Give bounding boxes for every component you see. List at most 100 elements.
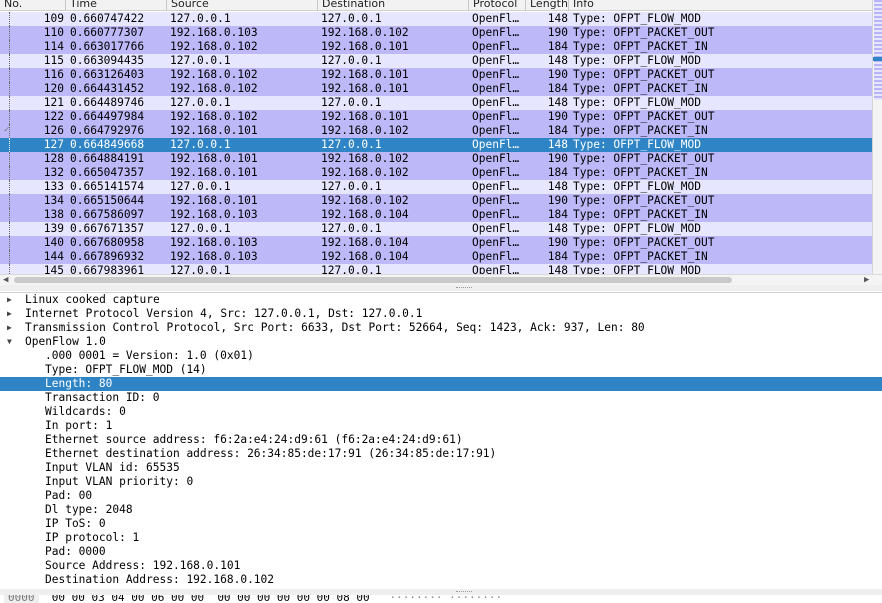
tree-field[interactable]: Input VLAN priority: 0 [0,475,882,489]
scroll-right-icon[interactable]: ▶ [864,275,869,285]
packet-row[interactable]: 109 0.660747422 127.0.0.1 127.0.0.1 OpenFl… 1… [0,12,872,26]
column-protocol[interactable]: Protocol [469,0,526,11]
packet-destination: 127.0.0.1 [321,264,382,274]
packet-protocol: OpenFl… [472,124,520,137]
tree-field[interactable]: Ethernet source address: f6:2a:e4:24:d9:… [0,433,882,447]
packet-row[interactable]: 132 0.665047357 192.168.0.101 192.168.0.102… [0,166,872,180]
packet-row[interactable]: 122 0.664497984 192.168.0.102 192.168.0.101… [0,110,872,124]
triangle-down-icon[interactable]: ▼ [7,335,17,349]
bytes-ascii[interactable]: ········ ········ [390,595,503,603]
packet-time: 0.664884191 [70,152,145,165]
column-info[interactable]: Info [569,0,872,11]
packet-info: Type: OFPT_FLOW_MOD [573,180,701,193]
packet-source: 192.168.0.101 [170,124,258,137]
tree-field[interactable]: Dl type: 2048 [0,503,882,517]
packet-row-selected[interactable]: 127 0.664849668 127.0.0.1 127.0.0.1 OpenFl… 1… [0,138,872,152]
triangle-right-icon[interactable]: ▶ [7,307,17,321]
packet-row[interactable]: 140 0.667680958 192.168.0.103 192.168.0.104… [0,236,872,250]
tree-field[interactable]: Destination Address: 192.168.0.102 [0,573,882,587]
packet-bytes-pane[interactable]: 0000 00 00 03 04 00 06 00 00 00 00 00 00… [0,595,882,603]
column-source[interactable]: Source [167,0,318,11]
tree-node[interactable]: ▼ OpenFlow 1.0 [0,335,882,349]
packet-number: 121 [43,96,64,109]
column-length[interactable]: Length [526,0,569,11]
packet-row[interactable]: 145 0.667983961 127.0.0.1 127.0.0.1 OpenFl… 1… [0,264,872,274]
tree-field-selected[interactable]: Length: 80 [0,377,882,391]
horizontal-scroll-thumb[interactable] [14,277,732,283]
packet-row[interactable]: 134 0.665150644 192.168.0.101 192.168.0.102… [0,194,872,208]
packet-row[interactable]: 120 0.664431452 192.168.0.102 192.168.0.101… [0,82,872,96]
packet-row[interactable]: 128 0.664884191 192.168.0.101 192.168.0.102… [0,152,872,166]
packet-time: 0.665047357 [70,166,145,179]
packet-length: 184 [547,82,568,95]
packet-length: 148 [547,96,568,109]
packet-info: Type: OFPT_PACKET_OUT [573,194,715,207]
packet-row[interactable]: 121 0.664489746 127.0.0.1 127.0.0.1 OpenFl… 1… [0,96,872,110]
packet-time: 0.664489746 [70,96,145,109]
packet-time: 0.664792976 [70,124,145,137]
packet-row[interactable]: 126 0.664792976 192.168.0.101 192.168.0.102… [0,124,872,138]
bytes-row[interactable]: 0000 00 00 03 04 00 06 00 00 00 00 00 00… [0,595,502,603]
column-destination[interactable]: Destination [318,0,469,11]
tree-field[interactable]: Input VLAN id: 65535 [0,461,882,475]
packet-length: 184 [547,124,568,137]
packet-row[interactable]: 110 0.660777307 192.168.0.103 192.168.0.102… [0,26,872,40]
tree-field[interactable]: Pad: 00 [0,489,882,503]
tree-field[interactable]: Wildcards: 0 [0,405,882,419]
tree-field[interactable]: IP protocol: 1 [0,531,882,545]
tree-node[interactable]: ▶ Transmission Control Protocol, Src Port… [0,321,882,335]
triangle-right-icon[interactable]: ▶ [7,321,17,335]
tree-field[interactable]: In port: 1 [0,419,882,433]
packet-row[interactable]: 138 0.667586097 192.168.0.103 192.168.0.104… [0,208,872,222]
packet-info: Type: OFPT_PACKET_IN [573,124,708,137]
packet-length: 190 [547,26,568,39]
packet-list-horizontal-scrollbar[interactable]: ◀ ▶ [0,274,882,285]
packet-number: 133 [43,180,64,193]
tree-label: Linux cooked capture [25,293,160,306]
tree-field[interactable]: IP ToS: 0 [0,517,882,531]
packet-details-tree[interactable]: ▶ Linux cooked capture ▶ Internet Protocol … [0,292,882,589]
packet-destination: 192.168.0.104 [321,250,409,263]
pane-splitter-top[interactable] [0,285,882,291]
scroll-left-icon[interactable]: ◀ [3,275,8,285]
column-time[interactable]: Time [66,0,167,11]
packet-number: 110 [43,26,64,39]
packet-destination: 127.0.0.1 [321,12,382,25]
packet-destination: 192.168.0.102 [321,194,409,207]
tree-field[interactable]: Source Address: 192.168.0.101 [0,559,882,573]
packet-time: 0.664497984 [70,110,145,123]
tree-field[interactable]: Transaction ID: 0 [0,391,882,405]
tree-field[interactable]: Ethernet destination address: 26:34:85:d… [0,447,882,461]
packet-number: 140 [43,236,64,249]
tree-field[interactable]: .000 0001 = Version: 1.0 (0x01) [0,349,882,363]
packet-row[interactable]: 115 0.663094435 127.0.0.1 127.0.0.1 OpenFl… 1… [0,54,872,68]
packet-number: 139 [43,222,64,235]
packet-rows: 109 0.660747422 127.0.0.1 127.0.0.1 OpenFl… 1… [0,12,872,274]
packet-row[interactable]: 114 0.663017766 192.168.0.102 192.168.0.101… [0,40,872,54]
packet-list[interactable]: No. Time Source Destination Protocol Len… [0,0,882,285]
packet-row[interactable]: 139 0.667671357 127.0.0.1 127.0.0.1 OpenFl… 1… [0,222,872,236]
bytes-hex[interactable]: 00 00 03 04 00 06 00 00 00 00 00 00 00 0… [52,595,370,603]
packet-info: Type: OFPT_PACKET_OUT [573,152,715,165]
packet-list-vertical-scrollbar[interactable] [872,0,882,274]
packet-number: 127 [43,138,64,151]
packet-number: 138 [43,208,64,221]
tree-node[interactable]: ▶ Internet Protocol Version 4, Src: 127.0… [0,307,882,321]
packet-length: 190 [547,152,568,165]
tree-label: Destination Address: 192.168.0.102 [45,573,275,586]
triangle-right-icon[interactable]: ▶ [7,293,17,307]
packet-row[interactable]: 144 0.667896932 192.168.0.103 192.168.0.104… [0,250,872,264]
packet-source: 192.168.0.102 [170,40,258,53]
packet-row[interactable]: 116 0.663126403 192.168.0.102 192.168.0.101… [0,68,872,82]
column-no[interactable]: No. [0,0,66,11]
tree-node[interactable]: ▶ Linux cooked capture [0,293,882,307]
packet-destination: 192.168.0.104 [321,236,409,249]
tree-field[interactable]: Type: OFPT_FLOW_MOD (14) [0,363,882,377]
packet-source: 192.168.0.103 [170,250,258,263]
tree-field[interactable]: Pad: 0000 [0,545,882,559]
packet-info: Type: OFPT_PACKET_IN [573,166,708,179]
packet-row[interactable]: 133 0.665141574 127.0.0.1 127.0.0.1 OpenFl… 1… [0,180,872,194]
packet-time: 0.665141574 [70,180,145,193]
tree-label: .000 0001 = Version: 1.0 (0x01) [45,349,254,362]
tree-label: Transmission Control Protocol, Src Port:… [25,321,645,334]
